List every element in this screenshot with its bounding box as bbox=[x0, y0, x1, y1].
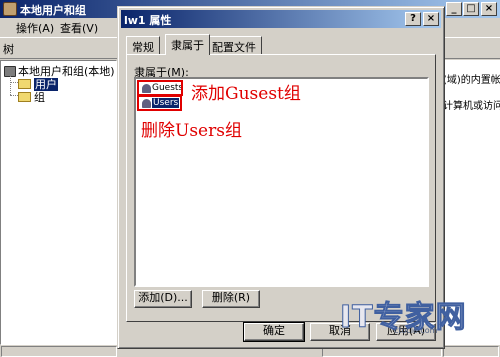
status-segment bbox=[443, 346, 499, 357]
annotation-remove: 删除Users组 bbox=[141, 121, 242, 141]
details-text: 计算机或访问 bbox=[443, 101, 500, 112]
tab-member-of[interactable]: 隶属于 bbox=[165, 34, 210, 55]
add-button[interactable]: 添加(D)... bbox=[134, 290, 192, 308]
maximize-icon[interactable]: □ bbox=[463, 2, 479, 16]
highlight-box bbox=[137, 80, 183, 96]
tree-item-users[interactable]: 用户 bbox=[18, 76, 58, 91]
folder-icon bbox=[18, 79, 31, 89]
tree-tab[interactable]: 树 bbox=[3, 41, 14, 57]
tree-root[interactable]: 本地用户和组(本地) bbox=[4, 63, 115, 78]
app-icon bbox=[3, 2, 17, 16]
tree-connector bbox=[10, 75, 11, 95]
watermark-sub: ctocio.com bbox=[394, 326, 438, 335]
tree-pane: 本地用户和组(本地) 用户 组 bbox=[0, 60, 117, 345]
details-text: (域)的内置帐 bbox=[443, 75, 500, 86]
dialog-title: lw1 属性 bbox=[124, 14, 172, 27]
minimize-icon[interactable]: _ bbox=[446, 2, 462, 16]
status-segment bbox=[1, 346, 117, 357]
menu-view[interactable]: 查看(V) bbox=[60, 20, 98, 35]
tab-profile[interactable]: 配置文件 bbox=[206, 36, 262, 54]
mmc-title: 本地用户和组 bbox=[20, 4, 86, 17]
watermark-logo: IT专家网 ctocio.com bbox=[340, 292, 480, 342]
remove-button[interactable]: 删除(R) bbox=[202, 290, 260, 308]
members-list[interactable]: Guests Users 添加Gusest组 删除Users组 bbox=[134, 77, 429, 287]
close-icon[interactable]: × bbox=[481, 2, 497, 16]
dialog-title-bar: lw1 属性 ? × bbox=[121, 10, 441, 28]
highlight-box bbox=[137, 95, 182, 111]
help-icon[interactable]: ? bbox=[405, 12, 421, 26]
annotation-add: 添加Gusest组 bbox=[191, 84, 301, 104]
tree-connector bbox=[10, 82, 18, 83]
close-icon[interactable]: × bbox=[423, 12, 439, 26]
tree-item-groups[interactable]: 组 bbox=[18, 89, 45, 104]
tree-connector bbox=[10, 95, 18, 96]
menu-action[interactable]: 操作(A) bbox=[16, 20, 54, 35]
tree-item-groups-label: 组 bbox=[34, 91, 45, 104]
tab-general[interactable]: 常规 bbox=[126, 36, 160, 54]
folder-icon bbox=[18, 92, 31, 102]
ok-button[interactable]: 确定 bbox=[243, 322, 305, 342]
